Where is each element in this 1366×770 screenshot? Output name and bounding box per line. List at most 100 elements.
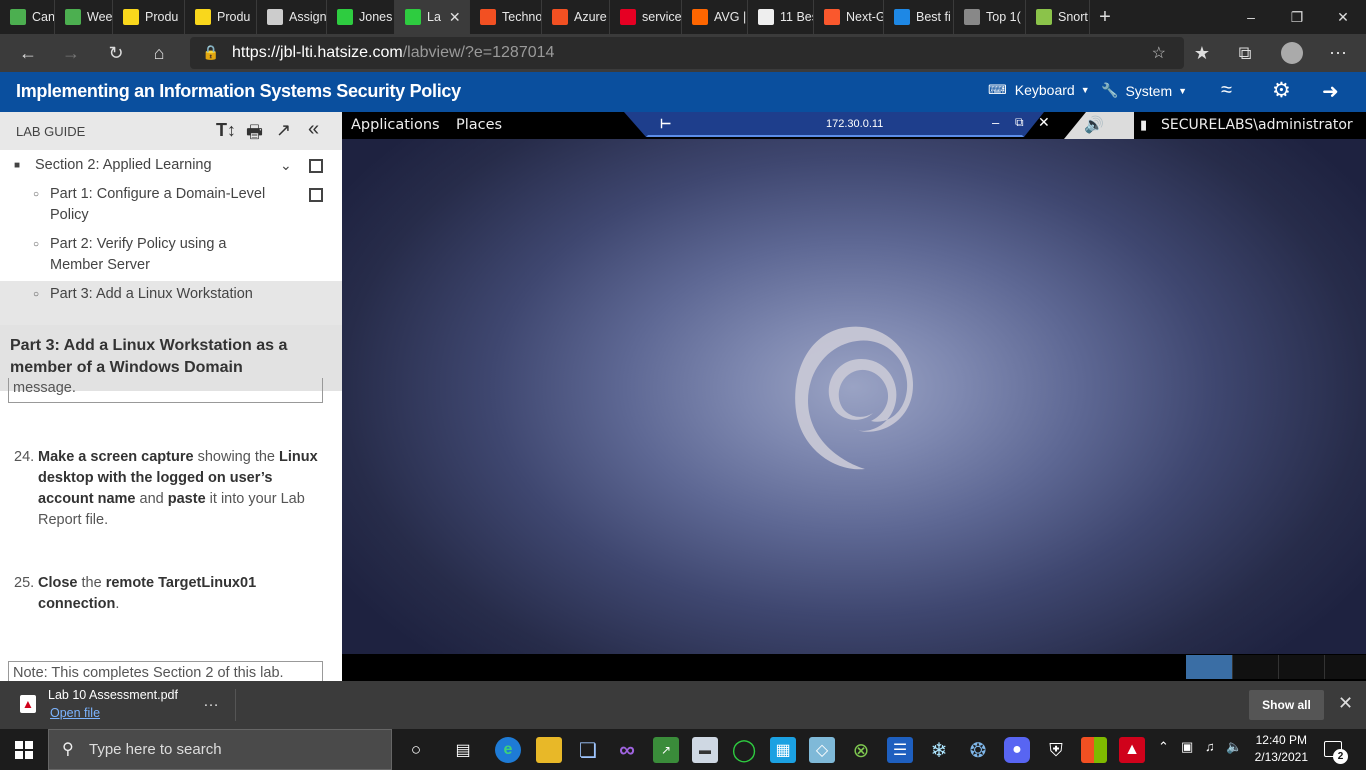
pdf-icon: ▲ [20, 695, 36, 713]
browser-tab[interactable]: Jones [327, 0, 395, 34]
restore-icon[interactable]: ⧉ [1015, 115, 1024, 130]
part-1-checkbox[interactable] [309, 188, 323, 202]
download-more-icon[interactable]: … [203, 693, 219, 711]
browser-tab[interactable]: service [610, 0, 682, 34]
browser-tab[interactable]: Produ [113, 0, 185, 34]
minimize-icon[interactable]: – [992, 115, 999, 130]
workspace-3[interactable] [1278, 655, 1324, 679]
app-icon-2[interactable]: ▬ [692, 737, 718, 763]
user-account-name[interactable]: SECURELABS\administrator [1161, 117, 1353, 133]
profile-avatar[interactable] [1278, 39, 1306, 67]
text-size-icon[interactable]: T↕ [216, 120, 236, 141]
close-icon[interactable]: ✕ [1038, 114, 1050, 131]
browser-tab[interactable]: Top 1( [954, 0, 1026, 34]
browser-tab[interactable]: Best fi [884, 0, 954, 34]
virtualbox-icon[interactable]: ❏ [575, 737, 601, 763]
browser-tab[interactable]: Snort [1026, 0, 1090, 34]
shield-icon[interactable]: ⛨ [1043, 737, 1069, 763]
nav-part-1[interactable]: ○ Part 1: Configure a Domain-Level Polic… [0, 184, 342, 232]
workspace-4[interactable] [1324, 655, 1366, 679]
download-filename[interactable]: Lab 10 Assessment.pdf [48, 688, 178, 702]
keyboard-menu[interactable]: ⌨ Keyboard ▼ [988, 82, 1090, 98]
browser-tab[interactable]: Azure [542, 0, 610, 34]
browser-tab[interactable]: Next-G [814, 0, 884, 34]
system-menu[interactable]: 🔧 System ▼ [1101, 82, 1187, 99]
app-icon-3[interactable]: ◯ [731, 737, 757, 763]
download-bar: ▲ Lab 10 Assessment.pdf Open file … Show… [0, 681, 1366, 729]
open-file-link[interactable]: Open file [50, 706, 100, 720]
browser-tab[interactable]: Produ [185, 0, 257, 34]
network-app-icon[interactable]: ❂ [965, 737, 991, 763]
nav-section-2[interactable]: ■ Section 2: Applied Learning ⌄ [0, 155, 342, 181]
workspace-1[interactable] [1186, 655, 1232, 679]
app-icon-1[interactable]: ↗ [653, 737, 679, 763]
step-25-text-4: . [115, 596, 120, 612]
cortana-icon[interactable]: ○ [403, 737, 429, 763]
more-menu-icon[interactable]: ⋯ [1324, 39, 1352, 67]
open-external-icon[interactable]: ↗ [276, 120, 291, 141]
meet-now-icon[interactable]: ▣ [1181, 739, 1193, 755]
wifi-icon[interactable]: ≈ [1221, 79, 1232, 102]
remote-desktop[interactable]: Applications Places ⊢ 172.30.0.11 – ⧉ ✕ … [342, 112, 1366, 681]
collapse-panel-icon[interactable]: « [308, 118, 319, 141]
lab-guide-label: LAB GUIDE [16, 124, 86, 139]
browser-tab[interactable]: Canva [0, 0, 55, 34]
browser-tab[interactable]: AVG | [682, 0, 748, 34]
new-tab-button[interactable]: + [1090, 0, 1120, 34]
edge-icon[interactable]: e [495, 737, 521, 763]
workspace-2[interactable] [1232, 655, 1278, 679]
system-clock[interactable]: 12:40 PM 2/13/2021 [1255, 732, 1308, 766]
close-window-icon[interactable]: ✕ [1320, 0, 1366, 34]
add-favorite-icon[interactable]: ☆ [1152, 43, 1166, 63]
snowflake-icon[interactable]: ❄ [926, 737, 952, 763]
task-view-icon[interactable]: ▤ [450, 737, 476, 763]
windows-start-icon[interactable] [15, 741, 33, 759]
browser-tab[interactable]: Week [55, 0, 113, 34]
chevron-up-icon[interactable]: ⌃ [1158, 739, 1169, 755]
maximize-window-icon[interactable]: ❐ [1274, 0, 1320, 34]
logout-icon[interactable]: ➜ [1322, 79, 1339, 104]
word-icon[interactable]: ☰ [887, 737, 913, 763]
collections-icon[interactable]: ⧉ [1231, 39, 1259, 67]
forward-icon[interactable]: → [57, 39, 85, 67]
browser-tab[interactable]: Techno [470, 0, 542, 34]
pin-icon[interactable]: ⊢ [660, 116, 671, 132]
print-icon[interactable]: 🖶 [246, 120, 263, 150]
chevron-down-icon[interactable]: ⌄ [280, 155, 292, 176]
app-icon-5[interactable]: ◇ [809, 737, 835, 763]
taskbar-search[interactable]: ⚲ Type here to search [48, 729, 392, 770]
avg-icon [692, 9, 708, 25]
app-icon-4[interactable]: ▦ [770, 737, 796, 763]
snort-icon [1036, 9, 1052, 25]
home-icon[interactable]: ⌂ [145, 39, 173, 67]
favorites-icon[interactable]: ★ [1188, 39, 1216, 67]
refresh-icon[interactable]: ↻ [102, 39, 130, 67]
volume-icon[interactable]: 🔊 [1084, 115, 1104, 135]
browser-tab[interactable]: Assign [257, 0, 327, 34]
places-menu[interactable]: Places [456, 117, 502, 133]
show-all-button[interactable]: Show all [1249, 690, 1324, 720]
gear-icon[interactable]: ⚙ [1272, 78, 1291, 103]
back-icon[interactable]: ← [14, 39, 42, 67]
url-field[interactable]: 🔒 https://jbl-lti.hatsize.com/labview/?e… [190, 37, 1184, 69]
visual-studio-icon[interactable]: ∞ [614, 737, 640, 763]
minimize-window-icon[interactable]: – [1228, 0, 1274, 34]
browser-tab[interactable]: 11 Bes [748, 0, 814, 34]
acrobat-icon[interactable]: ▲ [1119, 737, 1145, 763]
section-checkbox[interactable] [309, 159, 323, 173]
xbox-icon[interactable]: ⊗ [848, 737, 874, 763]
office-icon[interactable] [1081, 737, 1107, 763]
close-download-bar-icon[interactable]: ✕ [1338, 693, 1353, 714]
tab-label: AVG | [714, 10, 747, 24]
flag-icon [123, 9, 139, 25]
tab-label: Techno [502, 10, 542, 24]
browser-tab[interactable]: La ✕ [395, 0, 470, 34]
nav-part-3[interactable]: ○ Part 3: Add a Linux Workstation [0, 281, 342, 325]
applications-menu[interactable]: Applications [351, 117, 440, 133]
speaker-icon[interactable]: 🔈 [1226, 739, 1242, 755]
file-explorer-icon[interactable] [536, 737, 562, 763]
close-tab-icon[interactable]: ✕ [449, 9, 461, 26]
wifi-icon[interactable]: ♫ [1205, 739, 1215, 754]
nav-part-2[interactable]: ○ Part 2: Verify Policy using a Member S… [0, 234, 342, 282]
discord-icon[interactable]: ● [1004, 737, 1030, 763]
